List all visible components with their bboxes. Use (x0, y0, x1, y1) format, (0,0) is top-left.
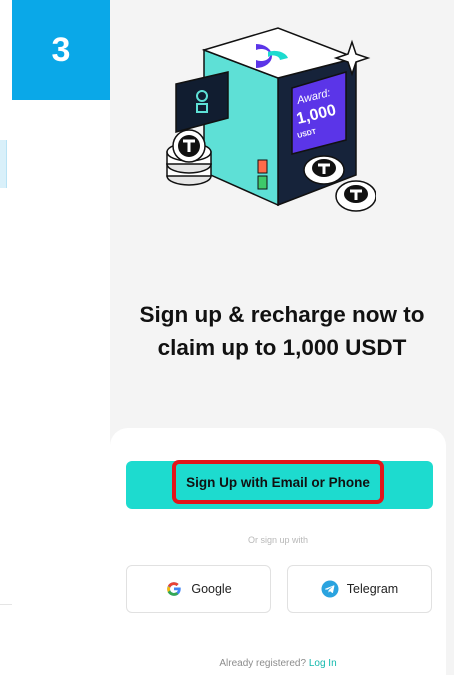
headline-line-2: claim up to 1,000 USDT (157, 335, 407, 360)
left-divider (0, 604, 12, 605)
left-edge-tab (0, 140, 7, 188)
telegram-signup-button[interactable]: Telegram (287, 565, 432, 613)
coin (303, 155, 345, 185)
google-button-label: Google (191, 582, 232, 596)
step-badge: 3 (12, 0, 110, 100)
signup-button-highlight[interactable]: Sign Up with Email or Phone (172, 460, 384, 504)
telegram-icon (321, 580, 339, 598)
google-signup-button[interactable]: Google (126, 565, 271, 613)
promo-headline: Sign up & recharge now to claim up to 1,… (110, 298, 454, 364)
login-prompt: Already registered? Log In (110, 658, 446, 669)
promo-illustration: Award: 1,000 USDT (166, 27, 376, 212)
login-link[interactable]: Log In (309, 658, 337, 669)
google-icon (167, 582, 182, 596)
alt-signup-divider-text: Or sign up with (247, 535, 309, 545)
coin (335, 180, 376, 212)
headline-line-1: Sign up & recharge now to (139, 302, 425, 327)
signup-button-label: Sign Up with Email or Phone (186, 474, 370, 490)
left-panel: 3 (0, 0, 110, 675)
already-registered-text: Already registered? (219, 658, 307, 669)
telegram-button-label: Telegram (346, 582, 399, 596)
